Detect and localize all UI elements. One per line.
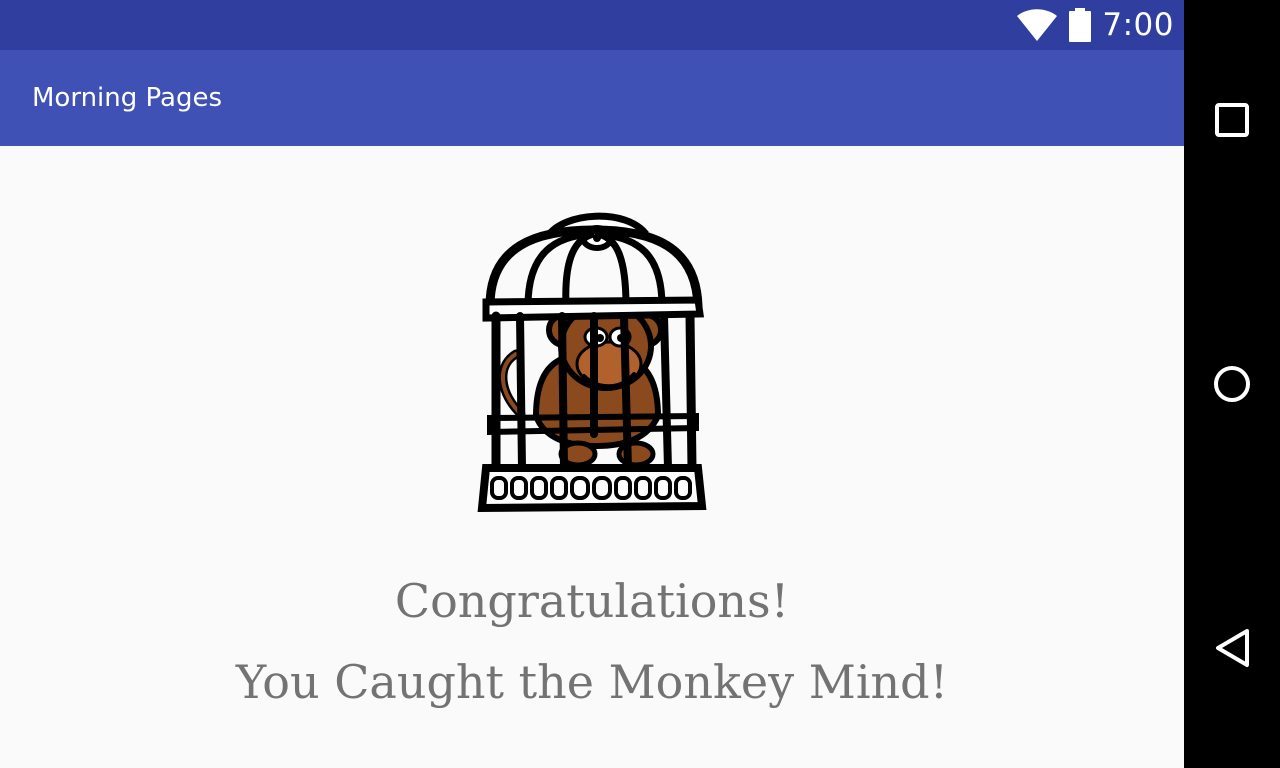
- home-button[interactable]: [1202, 354, 1262, 414]
- app-title: Morning Pages: [32, 83, 223, 113]
- status-bar: 7:00: [0, 0, 1184, 50]
- recent-apps-button[interactable]: [1202, 90, 1262, 150]
- monkey-in-cage-image: [477, 212, 707, 513]
- status-icons: 7:00: [1016, 0, 1174, 50]
- battery-icon: [1069, 8, 1092, 42]
- back-button[interactable]: [1202, 618, 1262, 678]
- app-bar: Morning Pages: [0, 50, 1184, 146]
- congrats-heading: Congratulations!: [394, 574, 790, 628]
- navigation-bar: [1184, 0, 1280, 768]
- status-time: 7:00: [1102, 7, 1174, 43]
- home-icon: [1214, 366, 1250, 402]
- success-message: You Caught the Monkey Mind!: [235, 655, 949, 709]
- main-content: Congratulations! You Caught the Monkey M…: [0, 146, 1184, 768]
- recent-apps-icon: [1215, 103, 1249, 137]
- back-icon: [1216, 629, 1249, 667]
- wifi-icon: [1017, 9, 1058, 41]
